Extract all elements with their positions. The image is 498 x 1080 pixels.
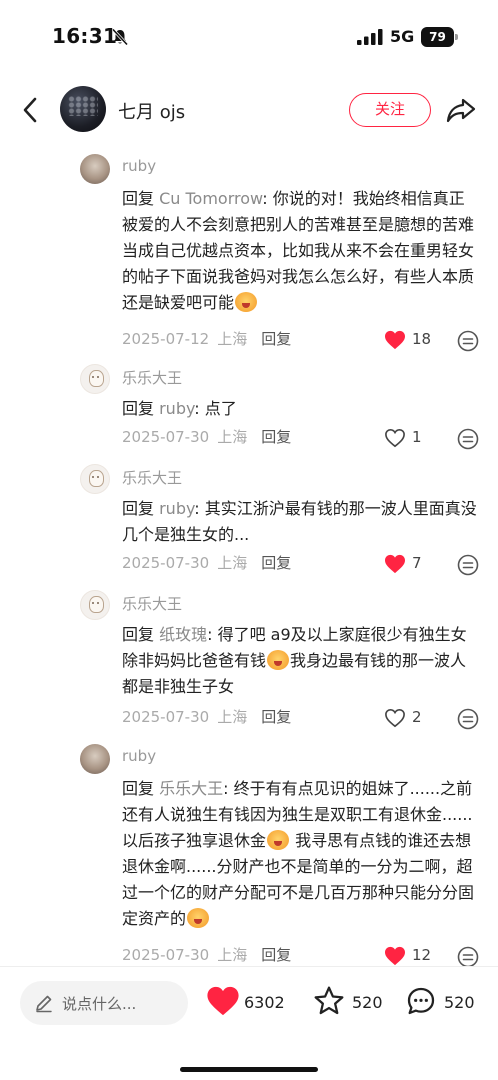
heart-filled-icon xyxy=(385,554,405,574)
status-bar: 16:31 5G 79 xyxy=(0,0,498,74)
comment-meta: 2025-07-30 上海 回复 xyxy=(122,426,291,447)
mention[interactable]: 纸玫瑰 xyxy=(159,625,207,644)
commenter-avatar[interactable] xyxy=(80,590,110,620)
commenter-avatar[interactable] xyxy=(80,364,110,394)
bottom-action-bar: 说点什么... 6302 520 520 xyxy=(0,966,498,1080)
comment-total: 520 xyxy=(444,993,475,1012)
comment-like-button[interactable]: 18 xyxy=(384,328,444,352)
reply-button[interactable]: 回复 xyxy=(261,946,291,964)
more-options-icon[interactable] xyxy=(457,708,479,730)
battery-icon: 79 xyxy=(421,27,459,47)
network-type: 5G xyxy=(390,27,415,46)
bell-off-icon xyxy=(111,28,129,46)
comment-input-placeholder: 说点什么... xyxy=(62,995,137,1013)
commenter-name[interactable]: 乐乐大王 xyxy=(122,367,182,388)
comment-date: 2025-07-30 xyxy=(122,946,210,964)
commenter-name[interactable]: ruby xyxy=(122,747,156,765)
star-icon xyxy=(314,986,344,1015)
more-options-icon[interactable] xyxy=(457,428,479,450)
more-options-icon[interactable] xyxy=(457,946,479,968)
reply-button[interactable]: 回复 xyxy=(261,330,291,348)
mention[interactable]: ruby xyxy=(159,399,194,418)
heart-outline-icon xyxy=(385,708,405,728)
comment-like-button[interactable]: 1 xyxy=(384,426,444,450)
commenter-name[interactable]: 乐乐大王 xyxy=(122,593,182,614)
signal-icon xyxy=(357,29,383,45)
crying-face-emoji xyxy=(267,830,290,850)
reply-button[interactable]: 回复 xyxy=(261,428,291,446)
comment-date: 2025-07-30 xyxy=(122,428,210,446)
like-total: 6302 xyxy=(244,993,285,1012)
collect-total: 520 xyxy=(352,993,383,1012)
heart-filled-icon xyxy=(207,986,239,1016)
comment-meta: 2025-07-30 上海 回复 xyxy=(122,552,291,573)
like-count: 2 xyxy=(412,708,422,726)
mention[interactable]: Cu Tomorrow xyxy=(159,189,262,208)
comment-like-button[interactable]: 12 xyxy=(384,944,444,968)
reply-button[interactable]: 回复 xyxy=(261,554,291,572)
comment-like-button[interactable]: 7 xyxy=(384,552,444,576)
comment-location: 上海 xyxy=(217,330,248,348)
mention[interactable]: 乐乐大王 xyxy=(159,779,223,798)
like-count: 7 xyxy=(412,554,422,572)
commenter-avatar[interactable] xyxy=(80,464,110,494)
share-icon[interactable] xyxy=(446,96,476,124)
comment-location: 上海 xyxy=(217,554,248,572)
comment-meta: 2025-07-12 上海 回复 xyxy=(122,328,291,349)
author-avatar[interactable] xyxy=(60,86,106,132)
like-count: 18 xyxy=(412,330,432,348)
reply-button[interactable]: 回复 xyxy=(261,708,291,726)
comment-input[interactable]: 说点什么... xyxy=(20,981,188,1025)
crying-face-emoji xyxy=(267,650,290,670)
status-time: 16:31 xyxy=(52,24,118,48)
more-options-icon[interactable] xyxy=(457,554,479,576)
comment-text[interactable]: 回复 乐乐大王: 终于有有点见识的姐妹了......之前还有人说独生有钱因为独生… xyxy=(122,776,478,932)
comment-text[interactable]: 回复 ruby: 点了 xyxy=(122,396,478,422)
back-arrow-icon[interactable] xyxy=(20,96,42,124)
note-header: 七月 ojs 关注 xyxy=(0,80,498,140)
heart-filled-icon xyxy=(385,946,405,966)
comment-text[interactable]: 回复 Cu Tomorrow: 你说的对！我始终相信真正被爱的人不会刻意把别人的… xyxy=(122,186,478,316)
author-name[interactable]: 七月 ojs xyxy=(118,98,185,124)
comment-meta: 2025-07-30 上海 回复 xyxy=(122,944,291,965)
comment-date: 2025-07-30 xyxy=(122,708,210,726)
commenter-name[interactable]: ruby xyxy=(122,157,156,175)
home-indicator xyxy=(180,1067,318,1072)
comment-button[interactable]: 520 xyxy=(404,981,480,1025)
comment-meta: 2025-07-30 上海 回复 xyxy=(122,706,291,727)
follow-button[interactable]: 关注 xyxy=(349,93,431,127)
comment-location: 上海 xyxy=(217,708,248,726)
pen-icon xyxy=(36,995,52,1013)
comment-text[interactable]: 回复 纸玫瑰: 得了吧 a9及以上家庭很少有独生女 除非妈妈比爸爸有钱 我身边最有… xyxy=(122,622,478,700)
commenter-name[interactable]: 乐乐大王 xyxy=(122,467,182,488)
commenter-avatar[interactable] xyxy=(80,154,110,184)
like-count: 1 xyxy=(412,428,422,446)
collect-button[interactable]: 520 xyxy=(312,981,388,1025)
like-count: 12 xyxy=(412,946,432,964)
heart-outline-icon xyxy=(385,428,405,448)
comment-location: 上海 xyxy=(217,428,248,446)
mention[interactable]: ruby xyxy=(159,499,194,518)
comment-bubble-icon xyxy=(407,987,435,1015)
comment-like-button[interactable]: 2 xyxy=(384,706,444,730)
comment-text[interactable]: 回复 ruby: 其实江浙沪最有钱的那一波人里面真没几个是独生女的... xyxy=(122,496,478,548)
comment-date: 2025-07-12 xyxy=(122,330,210,348)
crying-face-emoji xyxy=(187,908,210,928)
like-button[interactable]: 6302 xyxy=(206,981,292,1025)
comment-location: 上海 xyxy=(217,946,248,964)
battery-level: 79 xyxy=(421,27,454,47)
commenter-avatar[interactable] xyxy=(80,744,110,774)
comment-date: 2025-07-30 xyxy=(122,554,210,572)
crying-face-emoji xyxy=(235,292,258,312)
more-options-icon[interactable] xyxy=(457,330,479,352)
heart-filled-icon xyxy=(385,330,405,350)
